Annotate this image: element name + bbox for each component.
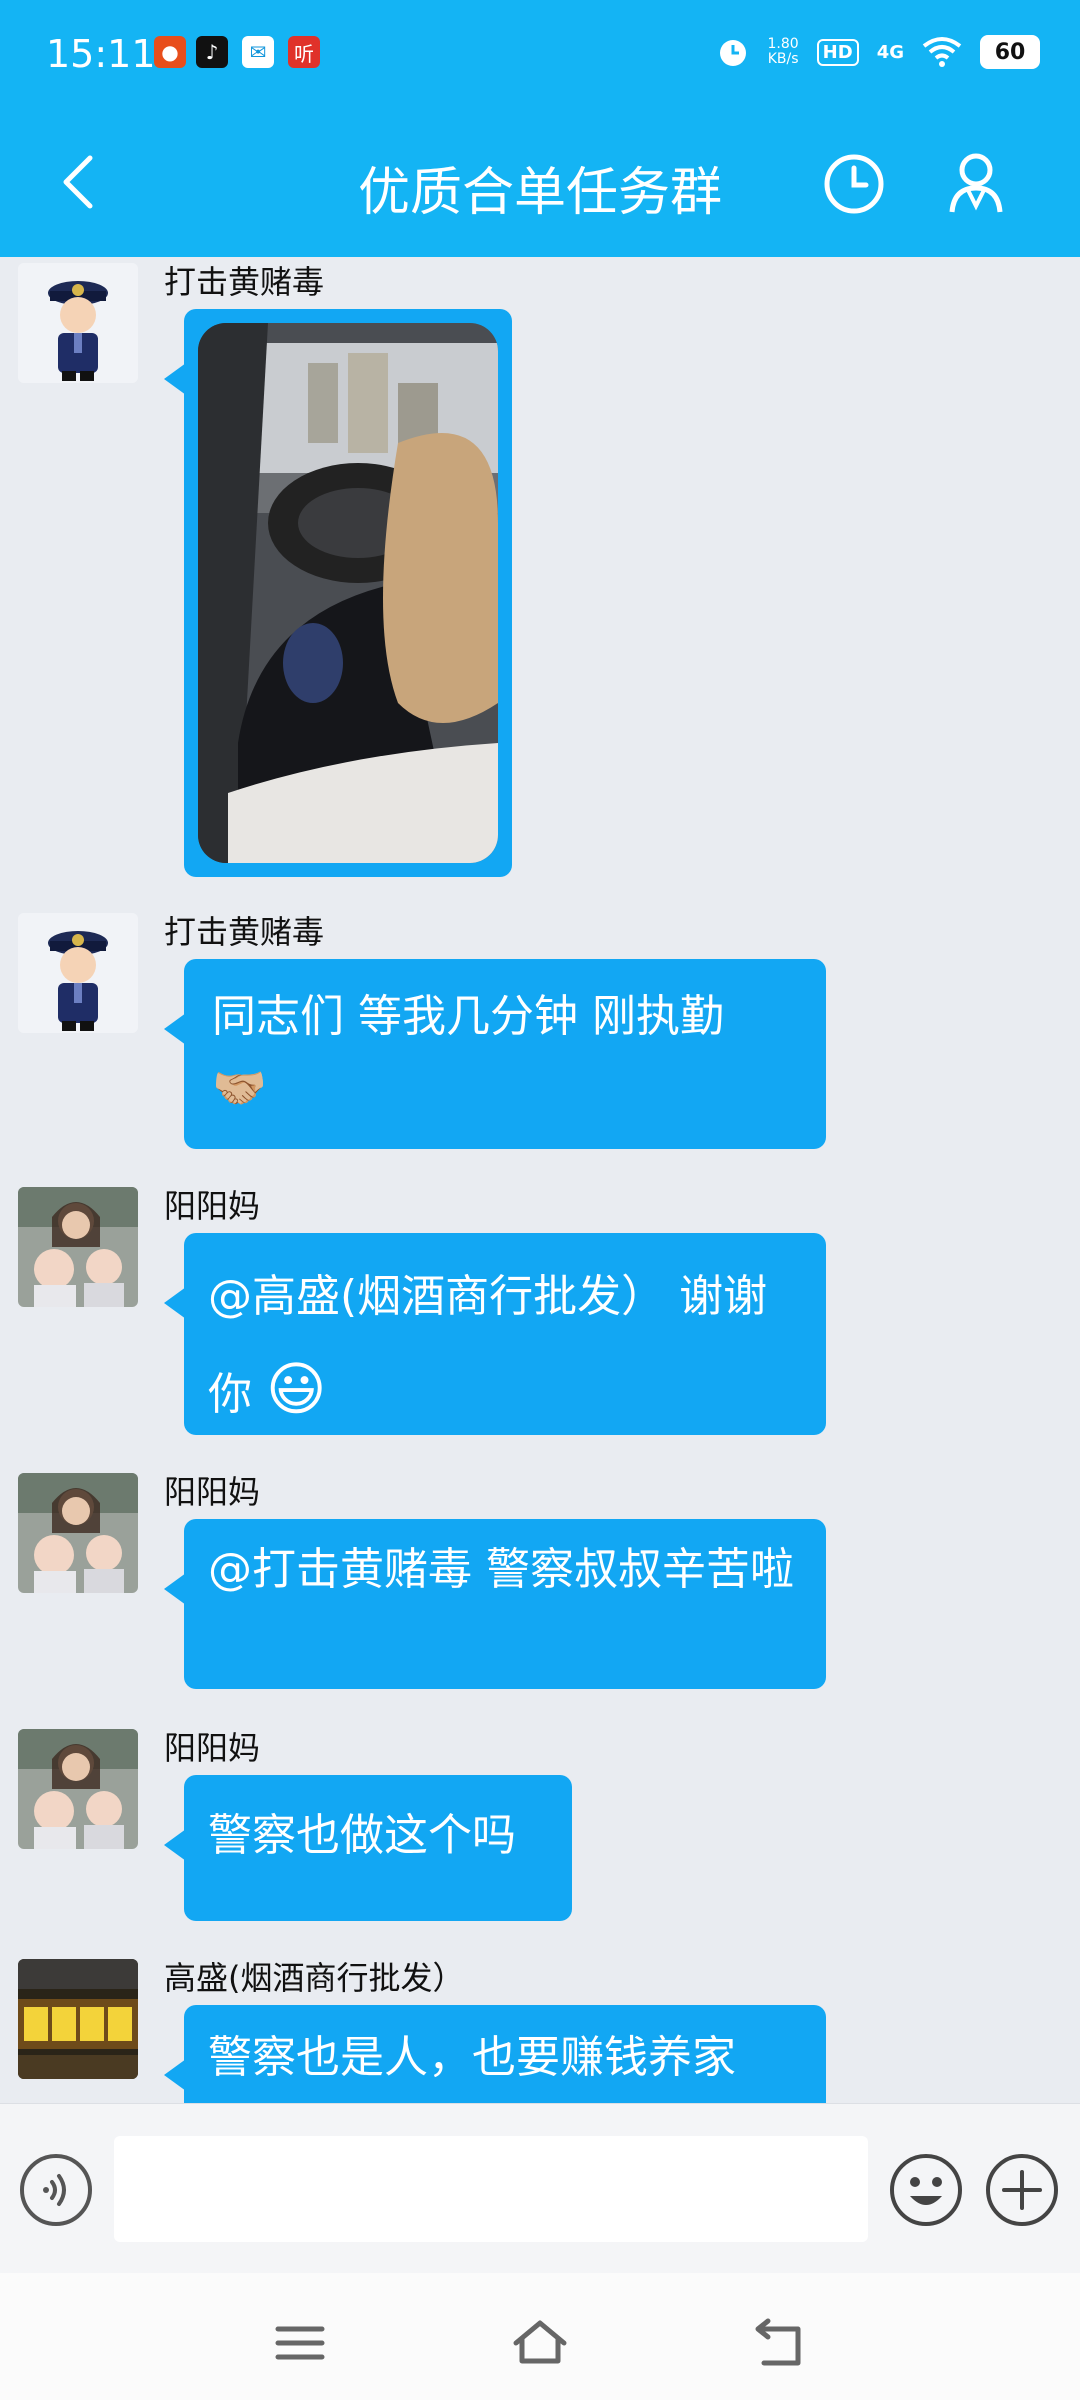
group-members-icon[interactable]	[944, 150, 1008, 218]
back-nav-icon[interactable]	[750, 2313, 810, 2373]
avatar-gaosheng[interactable]	[18, 1959, 138, 2079]
police-avatar-icon	[18, 913, 138, 1033]
sender-name: 打击黄赌毒	[164, 263, 325, 301]
sender-name: 阳阳妈	[164, 1729, 261, 1767]
battery-indicator: 60	[980, 35, 1040, 69]
handshake-emoji: 🤝🏼	[212, 1063, 267, 1114]
voice-input-icon[interactable]	[18, 2152, 94, 2228]
mail-icon: ✉	[242, 36, 274, 68]
network-speed: 1.80 KB/s	[768, 37, 799, 67]
text-bubble[interactable]: 警察也是人，也要赚钱养家	[164, 2005, 826, 2103]
history-clock-icon[interactable]	[822, 152, 886, 216]
avatar-yangyangma[interactable]	[18, 1729, 138, 1849]
text-bubble[interactable]: 同志们 等我几分钟 刚执勤 🤝🏼	[164, 959, 826, 1149]
sender-name: 打击黄赌毒	[164, 913, 325, 951]
smile-emoji: 😃	[266, 1355, 327, 1423]
message-text: 警察也做这个吗	[208, 1810, 516, 1861]
text-bubble[interactable]: @打击黄赌毒 警察叔叔辛苦啦	[164, 1519, 826, 1689]
speed-value: 1.80	[767, 36, 799, 52]
image-bubble[interactable]	[164, 309, 512, 877]
family-photo-avatar	[18, 1187, 138, 1307]
hd-badge: HD	[816, 38, 859, 66]
battery-level: 60	[994, 39, 1026, 65]
police-avatar-icon	[18, 263, 138, 383]
add-more-icon[interactable]	[984, 2152, 1060, 2228]
sender-name: 高盛(烟酒商行批发）	[164, 1959, 465, 1997]
wifi-icon	[922, 37, 962, 67]
message-input-bar	[0, 2103, 1080, 2274]
emoji-icon[interactable]	[888, 2152, 964, 2228]
liquor-store-avatar	[18, 1959, 138, 2079]
chat-message-list[interactable]: 打击黄赌毒 打击黄赌毒 同志们 等我几分钟 刚执勤 🤝🏼 阳阳妈 @高盛(烟酒商…	[0, 257, 1080, 2103]
message-text: @打击黄赌毒 警察叔叔辛苦啦	[208, 1544, 794, 1595]
avatar-police[interactable]	[18, 263, 138, 383]
home-icon[interactable]	[510, 2313, 570, 2373]
tiktok-icon: ♪	[196, 36, 228, 68]
alarm-icon	[719, 40, 746, 66]
avatar-yangyangma[interactable]	[18, 1187, 138, 1307]
system-nav-bar	[0, 2273, 1080, 2400]
photo-thumbnail[interactable]	[198, 323, 498, 863]
avatar-yangyangma[interactable]	[18, 1473, 138, 1593]
status-time: 15:11	[46, 32, 156, 76]
network-type: 4G	[876, 41, 904, 63]
message-text: 同志们 等我几分钟 刚执勤	[212, 991, 724, 1042]
sender-name: 阳阳妈	[164, 1187, 261, 1225]
xigua-icon: ●	[154, 36, 186, 68]
ting-icon: 听	[288, 36, 320, 68]
avatar-police[interactable]	[18, 913, 138, 1033]
message-text-field[interactable]	[114, 2136, 868, 2242]
text-bubble[interactable]: @高盛(烟酒商行批发） 谢谢你 😃	[164, 1233, 826, 1435]
status-bar: 15:11 ● ♪ ✉ 听 1.80 KB/s HD 4G 60	[0, 0, 1080, 110]
sender-name: 阳阳妈	[164, 1473, 261, 1511]
family-photo-avatar	[18, 1729, 138, 1849]
menu-icon[interactable]	[270, 2313, 330, 2373]
speed-unit: KB/s	[767, 51, 799, 67]
group-title: 优质合单任务群	[357, 163, 722, 223]
message-text: 警察也是人，也要赚钱养家	[208, 2032, 736, 2083]
chat-header: 优质合单任务群	[0, 110, 1080, 257]
family-photo-avatar	[18, 1473, 138, 1593]
text-bubble[interactable]: 警察也做这个吗	[164, 1775, 572, 1921]
